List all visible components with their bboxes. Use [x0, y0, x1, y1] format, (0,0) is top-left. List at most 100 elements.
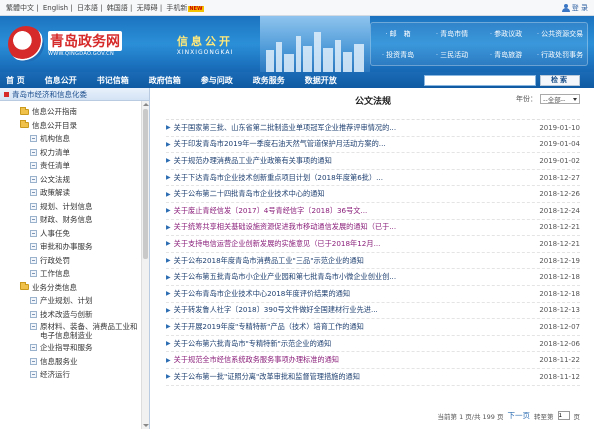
article-link[interactable]: ▶ 关于公布2018年度青岛市消费品工业"三品"示范企业的通知: [166, 256, 364, 266]
article-date: 2018-11-12: [539, 372, 580, 381]
title-marker-icon: [4, 91, 9, 97]
tree-item-manufacturing[interactable]: 原材料、装备、消费品工业和电子信息制造业: [30, 321, 149, 341]
search-input[interactable]: [424, 74, 536, 86]
link-korean[interactable]: 韩国語: [107, 4, 128, 12]
article-list: ▶ 关于国家第三批、山东省第二批制造业单项冠军企业推荐评审情况的... 2019-0…: [166, 119, 580, 386]
pagination: 当前第 1 页/共 199 页 下一页 转至第 页: [437, 410, 580, 421]
article-link[interactable]: ▶ 关于公布第五批青岛市小企业产业园和第七批青岛市小微企业创业创...: [166, 272, 396, 282]
nav-secretary-mailbox[interactable]: 书记信箱: [97, 75, 129, 86]
link-accessibility[interactable]: 无障碍: [137, 4, 158, 12]
article-link[interactable]: ▶ 关于支持电信运营企业创新发展的实施意见（已于2018年12月...: [166, 239, 380, 249]
article-link[interactable]: ▶ 关于转发鲁人社字〔2018〕390号文件做好全国建材行业先进...: [166, 305, 378, 315]
nav-government-services[interactable]: 政务服务: [253, 75, 285, 86]
link-english[interactable]: English: [43, 4, 68, 12]
login-link[interactable]: 登 录: [561, 3, 588, 13]
link-japanese[interactable]: 日本語: [77, 4, 98, 12]
arrow-right-icon: ▶: [166, 323, 171, 331]
search-button[interactable]: 检索: [540, 74, 580, 86]
article-link[interactable]: ▶ 关于公布第一批"证照分离"改革审批和监督管理措施的通知: [166, 372, 360, 382]
document-icon: [30, 202, 37, 210]
site-logo[interactable]: 青岛政务网 WWW.QINGDAO.GOV.CN: [0, 26, 150, 62]
tree-item-regulations[interactable]: 公文法规: [30, 173, 149, 187]
arrow-right-icon: ▶: [166, 240, 171, 248]
quicklink-invest[interactable]: 投资青岛: [371, 44, 425, 65]
article-link[interactable]: ▶ 关于公布青岛市企业技术中心2018年度评价结果的通知: [166, 289, 350, 299]
next-page-link[interactable]: 下一页: [508, 410, 531, 421]
quicklink-three-people[interactable]: 三民活动: [425, 44, 479, 65]
tree-folder-business[interactable]: 业务分类信息: [20, 281, 149, 295]
nav-government-mailbox[interactable]: 政府信箱: [149, 75, 181, 86]
user-icon: [561, 3, 570, 12]
article-link[interactable]: ▶ 关于下达青岛市企业技术创新重点项目计划（2018年度第6批）...: [166, 173, 383, 183]
article-link[interactable]: ▶ 关于规范全市经信系统政务服务事项办理标准的通知: [166, 355, 339, 365]
nav-inquiry[interactable]: 参与问政: [201, 75, 233, 86]
nav-open-data[interactable]: 数据开放: [305, 75, 337, 86]
tree-item-org-info[interactable]: 机构信息: [30, 132, 149, 146]
article-link[interactable]: ▶ 关于废止青经信发〔2017〕4号青经信字〔2018〕36号文...: [166, 206, 367, 216]
article-link[interactable]: ▶ 关于统筹共享相关基础设施资源促进我市移动通信发展的通知（已于...: [166, 222, 396, 232]
tree-item-label: 财政、财务信息: [40, 215, 93, 224]
quicklink-tourism[interactable]: 青岛旅游: [479, 44, 533, 65]
tree-item-policy-interpretation[interactable]: 政策解读: [30, 186, 149, 200]
article-title: 关于公布2018年度青岛市消费品工业"三品"示范企业的通知: [173, 255, 364, 265]
tree-item-planning[interactable]: 规划、计划信息: [30, 200, 149, 214]
arrow-right-icon: ▶: [166, 306, 171, 314]
link-mobile[interactable]: 手机新: [166, 4, 187, 12]
article-link[interactable]: ▶ 关于公布第六批青岛市"专精特新"示范企业的通知: [166, 339, 331, 349]
folder-icon: [20, 106, 29, 115]
tree-folder-guide[interactable]: 信息公开指南: [20, 105, 149, 119]
year-select[interactable]: --全部--: [540, 94, 580, 104]
arrow-right-icon: ▶: [166, 373, 171, 381]
article-link[interactable]: ▶ 关于开展2019年度"专精特新"产品（技术）培育工作的通知: [166, 322, 364, 332]
scrollbar-thumb[interactable]: [143, 109, 148, 259]
folder-icon: [20, 282, 29, 291]
pager-status: 当前第 1 页/共 199 页: [437, 412, 504, 421]
tree-item-appointments[interactable]: 人事任免: [30, 227, 149, 241]
sidebar-title: 青岛市经济和信息化委: [0, 88, 149, 101]
article-row: ▶ 关于公布青岛市企业技术中心2018年度评价结果的通知 2018-12-18: [166, 286, 580, 303]
tree-item-industry-planning[interactable]: 产业规划、计划: [30, 294, 149, 308]
tree-folder-label: 信息公开目录: [32, 120, 77, 130]
scroll-down-arrow-icon[interactable]: [143, 424, 149, 427]
tree-item-finance[interactable]: 财政、财务信息: [30, 213, 149, 227]
document-icon: [30, 243, 37, 251]
arrow-right-icon: ▶: [166, 190, 171, 198]
header-quick-links: 邮 箱 青岛市情 参政议政 公共资源交易 投资青岛 三民活动 青岛旅游 行政处罚…: [370, 22, 588, 66]
sidebar-scrollbar[interactable]: [141, 101, 149, 429]
article-date: 2018-12-27: [539, 173, 580, 182]
tree-item-enterprise-service[interactable]: 企业指导和服务: [30, 341, 149, 355]
tree-item-tech-innovation[interactable]: 技术改造与创新: [30, 308, 149, 322]
quicklink-city-info[interactable]: 青岛市情: [425, 23, 479, 44]
quicklink-admin-penalty[interactable]: 行政处罚事务: [533, 44, 587, 65]
nav-home[interactable]: 首 页: [6, 75, 25, 86]
goto-page-input[interactable]: [557, 411, 570, 420]
chevron-down-icon: [573, 97, 577, 101]
article-link[interactable]: ▶ 关于规范办理消费品工业产业政策有关事项的通知: [166, 156, 332, 166]
arrow-right-icon: ▶: [166, 124, 171, 132]
tree-item-responsibility-list[interactable]: 责任清单: [30, 159, 149, 173]
article-link[interactable]: ▶ 关于公布第二十四批青岛市企业技术中心的通知: [166, 189, 325, 199]
link-traditional-chinese[interactable]: 繁體中文: [6, 4, 34, 12]
quicklink-political-participation[interactable]: 参政议政: [479, 23, 533, 44]
tree-item-label: 产业规划、计划: [40, 296, 93, 305]
quicklink-mail[interactable]: 邮 箱: [371, 23, 425, 44]
article-date: 2018-12-19: [539, 256, 580, 265]
quicklink-public-resources[interactable]: 公共资源交易: [533, 23, 587, 44]
article-link[interactable]: ▶ 关于国家第三批、山东省第二批制造业单项冠军企业推荐评审情况的...: [166, 123, 396, 133]
article-title: 关于公布第六批青岛市"专精特新"示范企业的通知: [173, 338, 332, 348]
tree-item-work-info[interactable]: 工作信息: [30, 267, 149, 281]
article-link[interactable]: ▶ 关于印发青岛市2019年一季度石油天然气管道保护月活动方案的...: [166, 139, 386, 149]
tree-folder-catalog[interactable]: 信息公开目录: [20, 119, 149, 133]
article-row: ▶ 关于公布2018年度青岛市消费品工业"三品"示范企业的通知 2018-12-19: [166, 253, 580, 270]
document-icon: [30, 310, 37, 318]
scroll-up-arrow-icon[interactable]: [143, 103, 149, 106]
tree-item-approval-services[interactable]: 审批和办事服务: [30, 240, 149, 254]
tree-item-info-services[interactable]: 信息服务业: [30, 355, 149, 369]
tree-item-economic-operation[interactable]: 经济运行: [30, 368, 149, 382]
tree-item-admin-penalty[interactable]: 行政处罚: [30, 254, 149, 268]
tree-item-power-list[interactable]: 权力清单: [30, 146, 149, 160]
tree-item-label: 权力清单: [40, 147, 70, 157]
article-date: 2018-12-24: [539, 206, 580, 215]
arrow-right-icon: ▶: [166, 340, 171, 348]
nav-info-disclosure[interactable]: 信息公开: [45, 75, 77, 86]
